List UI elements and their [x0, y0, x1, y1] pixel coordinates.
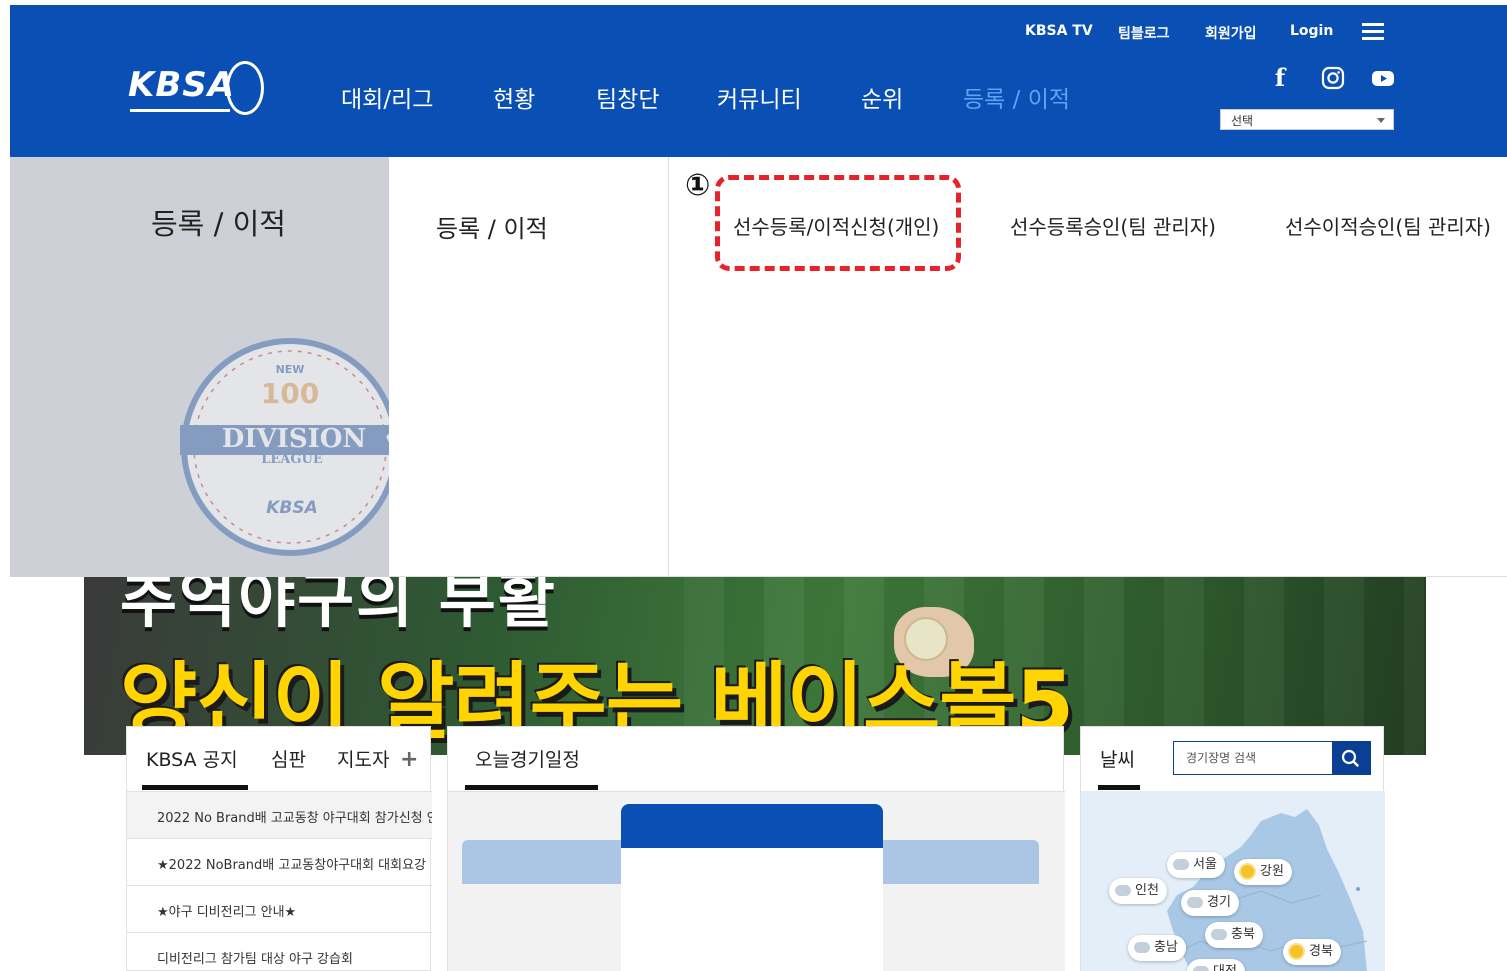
- weather-city-chungbuk[interactable]: 충북: [1205, 922, 1263, 948]
- annotation-step-number: ①: [685, 168, 711, 203]
- tab-umpire[interactable]: 심판: [271, 745, 306, 772]
- search-button[interactable]: [1332, 742, 1370, 774]
- chevron-down-icon: [1377, 118, 1385, 123]
- weather-city-chungnam[interactable]: 충남: [1128, 935, 1186, 961]
- weather-city-daejeon[interactable]: 대전: [1187, 959, 1245, 971]
- list-item[interactable]: ★야구 디비전리그 안내★: [127, 885, 432, 932]
- list-item[interactable]: ★2022 NoBrand배 고교동창야구대회 대회요강: [127, 838, 432, 885]
- notice-panel: KBSA 공지 심판 지도자 + 2022 No Brand배 고교동창 야구대…: [126, 726, 432, 971]
- weather-map: 서울 강원 인천 경기 충북 충남 경북 대전: [1081, 791, 1385, 971]
- cloud-icon: [1211, 929, 1227, 940]
- weather-city-gyeonggi[interactable]: 경기: [1181, 890, 1239, 916]
- nav-item-community[interactable]: 커뮤니티: [717, 80, 802, 114]
- top-link-kbsa-tv[interactable]: KBSA TV: [1025, 23, 1093, 39]
- nav-item-tournament[interactable]: 대회/리그: [341, 80, 433, 114]
- sun-icon: [1290, 945, 1303, 958]
- notice-list: 2022 No Brand배 고교동창 야구대회 참가신청 안내 ★2022 N…: [127, 791, 432, 971]
- tab-coach[interactable]: 지도자: [337, 745, 389, 772]
- emblem-number: 100: [261, 377, 319, 410]
- weather-city-gangwon[interactable]: 강원: [1234, 859, 1292, 885]
- region-select-value: 선택: [1231, 114, 1254, 128]
- nav-item-registration-transfer[interactable]: 등록 / 이적: [963, 80, 1070, 114]
- schedule-card[interactable]: [621, 804, 883, 971]
- banner-headline-top: 추억야구의 부활: [120, 577, 557, 636]
- nav-item-team-creation[interactable]: 팀창단: [596, 80, 659, 114]
- search-icon: [1341, 749, 1359, 767]
- schedule-title-underline: [465, 785, 598, 790]
- cloud-icon: [1193, 966, 1209, 971]
- site-header: KBSA 대회/리그 현황 팀창단 커뮤니티 순위 등록 / 이적 KBSA T…: [10, 5, 1507, 157]
- stadium-search-input[interactable]: [1174, 742, 1332, 774]
- division-league-emblem: NEW 100 DIVISION LEAGUE KBSA: [180, 337, 389, 557]
- list-item[interactable]: 2022 No Brand배 고교동창 야구대회 참가신청 안내: [127, 791, 432, 838]
- top-link-team-blog[interactable]: 팀블로그: [1118, 23, 1170, 43]
- tab-kbsa-notice[interactable]: KBSA 공지: [146, 745, 238, 772]
- top-link-login[interactable]: Login: [1290, 23, 1333, 39]
- mega-dropdown: 등록 / 이적 NEW 100 DIVISION LEAGUE KBSA 등록 …: [10, 157, 1507, 577]
- logo-text: KBSA: [128, 65, 236, 105]
- nav-item-ranking[interactable]: 순위: [861, 80, 903, 114]
- cloud-icon: [1115, 885, 1131, 896]
- emblem-top-text: NEW: [276, 363, 305, 376]
- weather-city-seoul[interactable]: 서울: [1167, 852, 1225, 878]
- top-link-signup[interactable]: 회원가입: [1205, 23, 1257, 43]
- logo-underline: [130, 109, 230, 112]
- cloud-icon: [1134, 942, 1150, 953]
- kbsa-logo[interactable]: KBSA: [128, 55, 268, 125]
- list-item[interactable]: 디비전리그 참가팀 대상 야구 강습회: [127, 932, 432, 971]
- youtube-icon[interactable]: [1370, 65, 1396, 91]
- annotation-highlight-box: [715, 175, 961, 271]
- submenu-player-registration-approval[interactable]: 선수등록승인(팀 관리자): [1010, 211, 1216, 240]
- emblem-brand: KBSA: [266, 498, 318, 518]
- logo-ball-icon: [226, 61, 264, 115]
- mega-section-title[interactable]: 등록 / 이적: [436, 209, 548, 244]
- schedule-card-header: [621, 804, 883, 848]
- weather-title-underline: [1098, 785, 1140, 790]
- mega-section-column: 등록 / 이적: [389, 157, 669, 577]
- active-tab-indicator: [142, 785, 248, 790]
- cloud-icon: [1187, 897, 1203, 908]
- nav-item-status[interactable]: 현황: [493, 80, 535, 114]
- region-select[interactable]: 선택: [1220, 109, 1394, 130]
- plus-icon[interactable]: +: [400, 747, 418, 772]
- weather-city-incheon[interactable]: 인천: [1109, 878, 1167, 904]
- stadium-search: [1173, 741, 1371, 775]
- mega-left-title: 등록 / 이적: [151, 207, 286, 241]
- facebook-icon[interactable]: f: [1267, 65, 1293, 91]
- weather-city-gyeongbuk[interactable]: 경북: [1283, 939, 1341, 965]
- weather-title: 날씨: [1100, 749, 1135, 771]
- weather-panel: 날씨 서울 강원 인천 경기 충북 충남 경북 대전: [1080, 726, 1385, 971]
- schedule-title: 오늘경기일정: [475, 749, 580, 771]
- sun-icon: [1241, 865, 1254, 878]
- submenu-player-transfer-approval[interactable]: 선수이적승인(팀 관리자): [1285, 211, 1491, 240]
- instagram-icon[interactable]: [1320, 65, 1346, 91]
- schedule-body: [448, 791, 1065, 971]
- emblem-subtitle: LEAGUE: [261, 452, 323, 467]
- cloud-icon: [1173, 859, 1189, 870]
- emblem-title: DIVISION: [222, 424, 366, 454]
- mega-left-panel: 등록 / 이적 NEW 100 DIVISION LEAGUE KBSA: [10, 157, 389, 577]
- menu-icon[interactable]: [1362, 23, 1384, 40]
- schedule-panel: 오늘경기일정: [447, 726, 1065, 971]
- page: KBSA 대회/리그 현황 팀창단 커뮤니티 순위 등록 / 이적 KBSA T…: [0, 0, 1507, 971]
